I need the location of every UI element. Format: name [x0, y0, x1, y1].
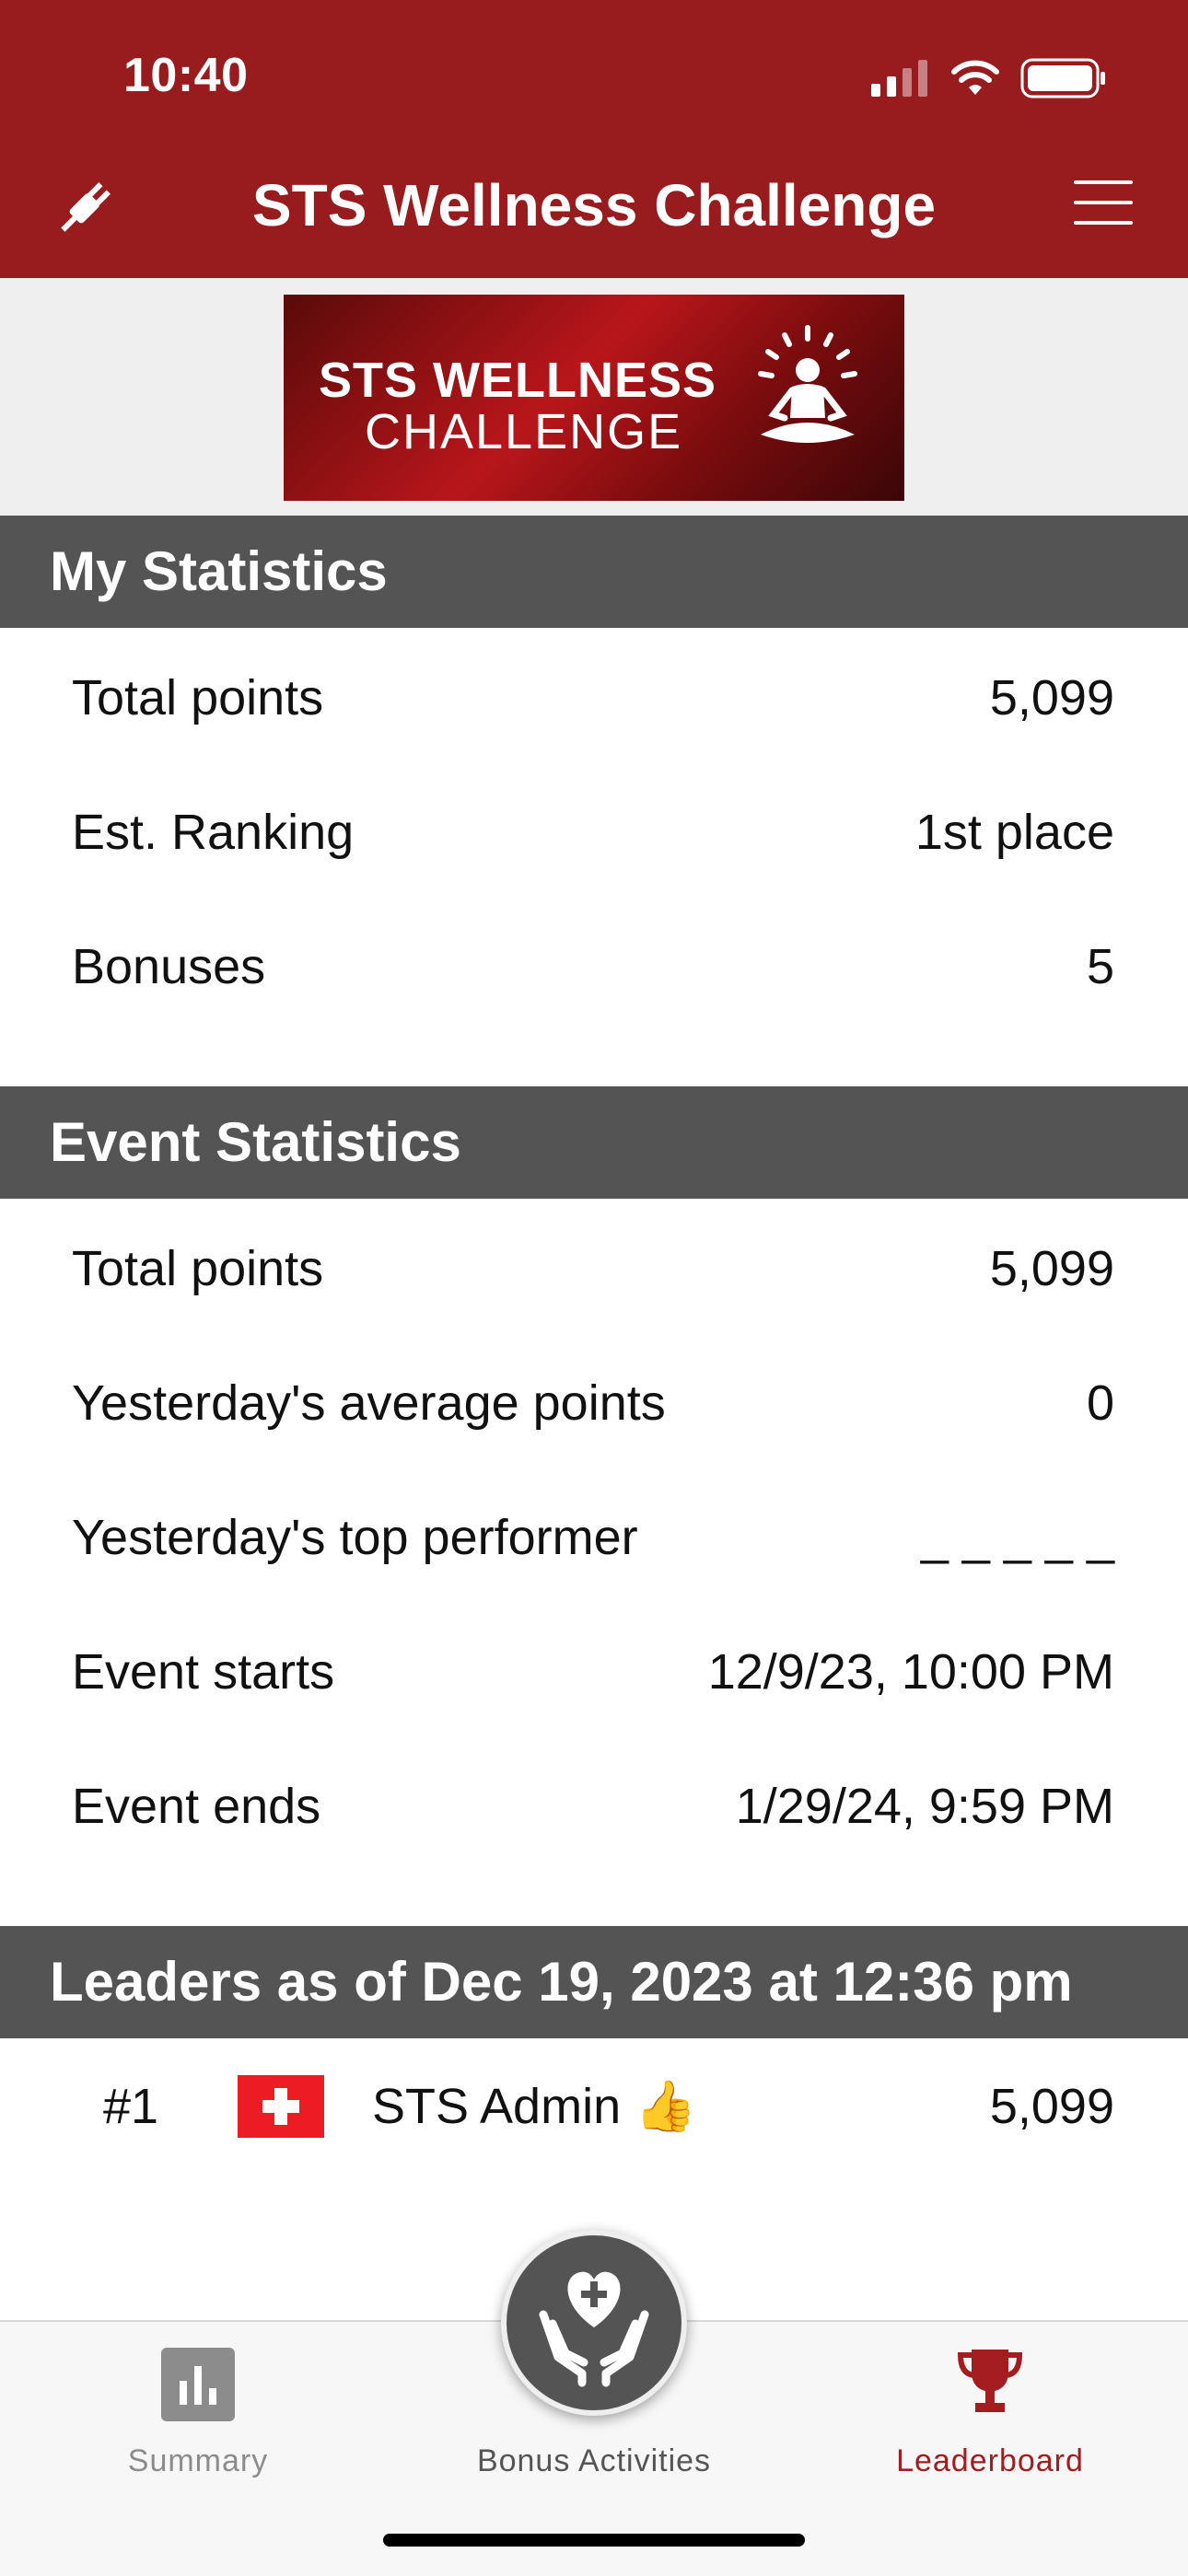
switzerland-flag-icon — [238, 2075, 324, 2138]
stat-value: 5 — [1086, 939, 1114, 994]
event-label: Event starts — [72, 1644, 335, 1700]
event-value: 12/9/23, 10:00 PM — [707, 1644, 1114, 1700]
stat-row-est-ranking: Est. Ranking 1st place — [72, 795, 1114, 869]
signal-icon — [871, 60, 927, 97]
challenge-banner: STS WELLNESS CHALLENGE — [284, 295, 904, 501]
banner-title-line2: CHALLENGE — [365, 404, 683, 459]
event-row-yesterday-average: Yesterday's average points 0 — [72, 1366, 1114, 1440]
app-header: 10:40 STS Wellness Challenge — [0, 0, 1188, 278]
stat-value: 5,099 — [989, 670, 1114, 725]
event-value: _ _ _ _ _ — [920, 1510, 1114, 1565]
leaders-header: Leaders as of Dec 19, 2023 at 12:36 pm — [0, 1926, 1188, 2038]
stat-row-bonuses: Bonuses 5 — [72, 930, 1114, 1004]
event-row-ends: Event ends 1/29/24, 9:59 PM — [72, 1770, 1114, 1843]
tab-label: Bonus Activities — [476, 2443, 712, 2478]
stat-value: 1st place — [914, 805, 1114, 860]
battery-icon — [1020, 58, 1105, 99]
stat-label: Est. Ranking — [72, 805, 355, 860]
event-value: 5,099 — [989, 1241, 1114, 1296]
tab-label: Leaderboard — [896, 2443, 1084, 2478]
event-value: 1/29/24, 9:59 PM — [735, 1779, 1114, 1834]
event-row-starts: Event starts 12/9/23, 10:00 PM — [72, 1635, 1114, 1709]
hamburger-icon-bar — [1074, 221, 1133, 225]
menu-button[interactable] — [1074, 180, 1133, 236]
wifi-icon — [951, 60, 999, 95]
stat-label: Total points — [72, 670, 324, 725]
page-title: STS Wellness Challenge — [251, 172, 937, 238]
trophy-icon — [957, 2350, 1023, 2412]
event-label: Yesterday's top performer — [72, 1510, 638, 1565]
banner-area: STS WELLNESS CHALLENGE — [0, 278, 1188, 516]
status-time: 10:40 — [123, 49, 249, 102]
hamburger-icon-bar — [1074, 180, 1133, 184]
status-icons — [871, 55, 1107, 101]
event-label: Total points — [72, 1241, 324, 1296]
event-statistics-header: Event Statistics — [0, 1086, 1188, 1199]
event-value: 0 — [1086, 1375, 1114, 1431]
leader-name: STS Admin 👍 — [372, 2079, 697, 2134]
meditation-icon — [758, 325, 857, 443]
tab-label: Summary — [127, 2443, 269, 2478]
my-statistics-header: My Statistics — [0, 516, 1188, 628]
event-row-top-performer: Yesterday's top performer _ _ _ _ _ — [72, 1501, 1114, 1574]
banner-title-line1: STS WELLNESS — [319, 353, 717, 408]
leader-points: 5,099 — [989, 2079, 1114, 2134]
home-indicator — [383, 2534, 805, 2547]
event-row-total-points: Total points 5,099 — [72, 1232, 1114, 1305]
bonus-activities-button[interactable] — [501, 2230, 687, 2416]
event-label: Yesterday's average points — [72, 1375, 666, 1431]
leader-rank: #1 — [103, 2079, 159, 2134]
stat-label: Bonuses — [72, 939, 266, 994]
hamburger-icon-bar — [1074, 201, 1133, 204]
bar-chart-icon — [161, 2348, 235, 2421]
heart-hands-icon — [539, 2271, 649, 2387]
event-label: Event ends — [72, 1779, 321, 1834]
leader-row[interactable]: #1 STS Admin 👍 5,099 — [0, 2070, 1188, 2143]
stat-row-total-points: Total points 5,099 — [72, 661, 1114, 735]
